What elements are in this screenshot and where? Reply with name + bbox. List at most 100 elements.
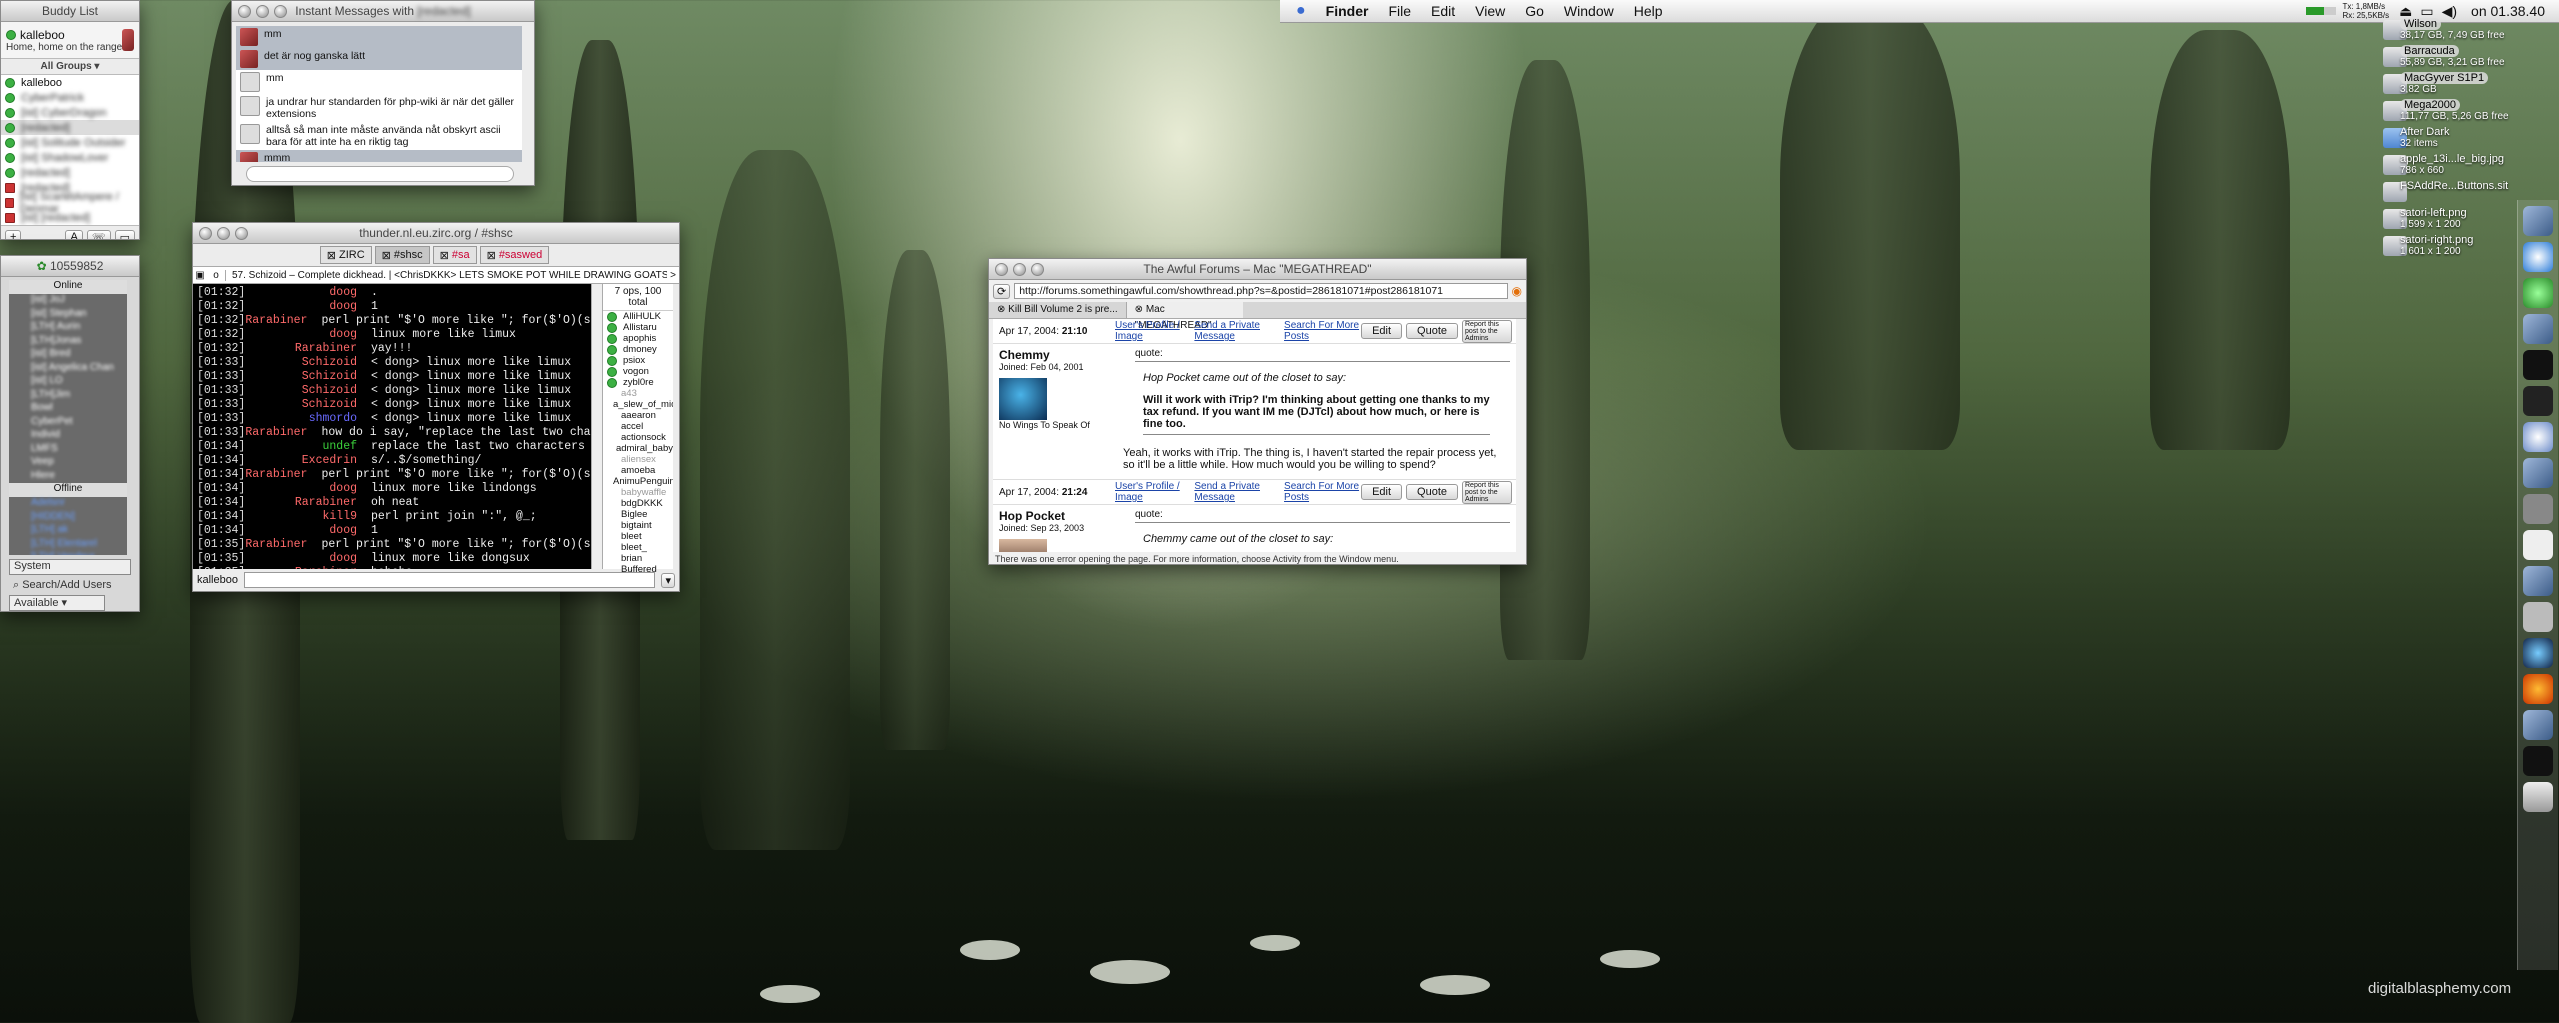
buddy-item[interactable]: [redacted] (1, 165, 139, 180)
im-input-field[interactable] (246, 166, 514, 182)
nick-list-item[interactable]: bleet_ (603, 542, 673, 553)
nick[interactable]: Rarabiner (245, 468, 307, 482)
reload-button[interactable]: ⟳ (993, 283, 1011, 299)
tab-close-icon[interactable]: ⊗ (997, 304, 1005, 315)
nick-list-item[interactable]: a43 (603, 388, 673, 399)
desktop-item[interactable]: After Dark 32 items (2400, 126, 2559, 149)
icq-search-field[interactable]: ⌕ Search/Add Users (9, 579, 131, 593)
channel-tab[interactable]: ⊠ #sa (432, 246, 477, 264)
safari-icon[interactable] (2523, 242, 2553, 272)
icq-contact[interactable]: LMFS (9, 443, 127, 457)
system-preferences-icon[interactable] (2523, 494, 2553, 524)
icq-contact[interactable]: Bowl (9, 402, 127, 416)
nick[interactable]: doog (261, 286, 357, 300)
buddy-list-titlebar[interactable]: Buddy List (1, 1, 139, 22)
adium-icon[interactable] (2523, 710, 2553, 740)
nick[interactable]: doog (261, 552, 357, 566)
network-icon[interactable] (2523, 458, 2553, 488)
nick-list-item[interactable]: Biglee (603, 509, 673, 520)
menu-view[interactable]: View (1475, 3, 1505, 19)
lock-icon[interactable]: ▣ (193, 270, 207, 281)
buddy-status-message[interactable]: Home, home on the range (6, 42, 122, 53)
nick-list-item[interactable]: AnimuPenguin (603, 476, 673, 487)
channel-topic[interactable]: 57. Schizoid – Complete dickhead. | <Chr… (226, 270, 667, 281)
icq-contact[interactable]: [HIDDEN] (9, 511, 127, 525)
icq-contact[interactable]: Veep (9, 456, 127, 470)
close-button[interactable] (995, 263, 1008, 276)
nick-list-item[interactable]: a_slew_of_mice (603, 399, 673, 410)
tab-close-icon[interactable]: ⊠ (487, 249, 496, 262)
irc-titlebar[interactable]: thunder.nl.eu.zirc.org / #shsc (193, 223, 679, 244)
buddy-item[interactable]: [redacted] (1, 120, 139, 135)
private-message-link[interactable]: Send a Private Message (1194, 481, 1276, 503)
desktop-item[interactable]: apple_13i...le_big.jpg 786 x 660 (2400, 153, 2559, 176)
nick-list-item[interactable]: bleet (603, 531, 673, 542)
nick[interactable]: Schizoid (261, 384, 357, 398)
close-button[interactable] (238, 5, 251, 18)
apple-menu-icon[interactable]: ● (1296, 2, 1306, 20)
tab-close-icon[interactable]: ⊗ (1135, 304, 1143, 315)
nick-list-item[interactable]: AlliHULK (603, 311, 673, 322)
eject-icon[interactable]: ⏏ (2399, 3, 2412, 20)
profile-link[interactable]: User's Profile / Image (1115, 320, 1186, 342)
search-posts-link[interactable]: Search For More Posts (1284, 481, 1361, 503)
nick-list-item[interactable]: accel (603, 421, 673, 432)
menubar-clock[interactable]: on 01.38.40 (2471, 3, 2545, 19)
minimize-button[interactable] (256, 5, 269, 18)
tab-close-icon[interactable]: ⊠ (440, 249, 449, 262)
nick[interactable]: Schizoid (261, 398, 357, 412)
icq-contact[interactable]: [ist] LO (9, 375, 127, 389)
nick[interactable]: Rarabiner (261, 342, 357, 356)
nick[interactable]: Rarabiner (261, 496, 357, 510)
menu-app-finder[interactable]: Finder (1326, 3, 1369, 19)
nick[interactable]: shmordo (261, 412, 357, 426)
nick[interactable]: undef (261, 440, 357, 454)
nick-list-item[interactable]: aaearon (603, 410, 673, 421)
nick-list-item[interactable]: brian (603, 553, 673, 564)
nick[interactable]: Schizoid (261, 356, 357, 370)
nick[interactable]: doog (261, 482, 357, 496)
offline-group-header[interactable]: Offline (9, 483, 127, 497)
nick[interactable]: Excedrin (261, 454, 357, 468)
nick-list-item[interactable]: admiral_baby (603, 443, 673, 454)
nick[interactable]: Rarabiner (261, 566, 357, 569)
network-meter-icon[interactable] (2306, 7, 2337, 15)
icq-contact[interactable]: CyberPet (9, 416, 127, 430)
desktop-item[interactable]: Mega2000 111,77 GB, 5,26 GB free (2400, 99, 2559, 122)
edit-button[interactable]: Edit (1361, 323, 1403, 339)
icq-system-selector[interactable]: System (9, 559, 131, 575)
buddy-item[interactable]: [ist] CyberDragon (1, 105, 139, 120)
desktop-item[interactable]: Wilson 38,17 GB, 7,49 GB free (2400, 18, 2559, 41)
icq-contact[interactable]: [LTH]Jim (9, 389, 127, 403)
firefox-icon[interactable] (2523, 674, 2553, 704)
icq-contact[interactable]: Hlere (9, 470, 127, 484)
nick[interactable]: kill9 (261, 510, 357, 524)
icq-contact[interactable]: [ist] Bred (9, 348, 127, 362)
buddy-item[interactable]: CyberPatrick (1, 90, 139, 105)
search-posts-link[interactable]: Search For More Posts (1284, 320, 1361, 342)
text-chat-button[interactable]: A (65, 230, 83, 239)
browser-tab-megathread[interactable]: ⊗ Mac "MEGATHREAD" (1126, 302, 1243, 331)
buddy-item[interactable]: [ist] ScarletAmpere / Denmar (1, 191, 139, 215)
nick-list-item[interactable]: Allistaru (603, 322, 673, 333)
group-selector[interactable]: All Groups ▾ (1, 59, 139, 74)
zoom-button[interactable] (1031, 263, 1044, 276)
buddy-item[interactable]: [ist] Solitude Outsider (1, 135, 139, 150)
nick-list-item[interactable]: aliensex (603, 454, 673, 465)
nick-list-item[interactable]: babywaffle (603, 487, 673, 498)
report-button[interactable]: Report this post to the Admins (1462, 480, 1512, 504)
close-button[interactable] (199, 227, 212, 240)
nick[interactable]: Rarabiner (245, 538, 307, 552)
finder-icon[interactable] (2523, 206, 2553, 236)
zoom-button[interactable] (235, 227, 248, 240)
terminal-icon[interactable] (2523, 350, 2553, 380)
irc-scrollbar[interactable] (591, 284, 602, 569)
minimize-button[interactable] (217, 227, 230, 240)
volume-icon[interactable]: ◀︎) (2442, 3, 2457, 20)
trash-icon[interactable] (2523, 782, 2553, 812)
zoom-button[interactable] (274, 5, 287, 18)
add-buddy-button[interactable]: + (5, 230, 22, 239)
icq-contact[interactable]: [ist] Stephan (9, 308, 127, 322)
nick-list-item[interactable]: bdgDKKK (603, 498, 673, 509)
nick[interactable]: Schizoid (261, 370, 357, 384)
